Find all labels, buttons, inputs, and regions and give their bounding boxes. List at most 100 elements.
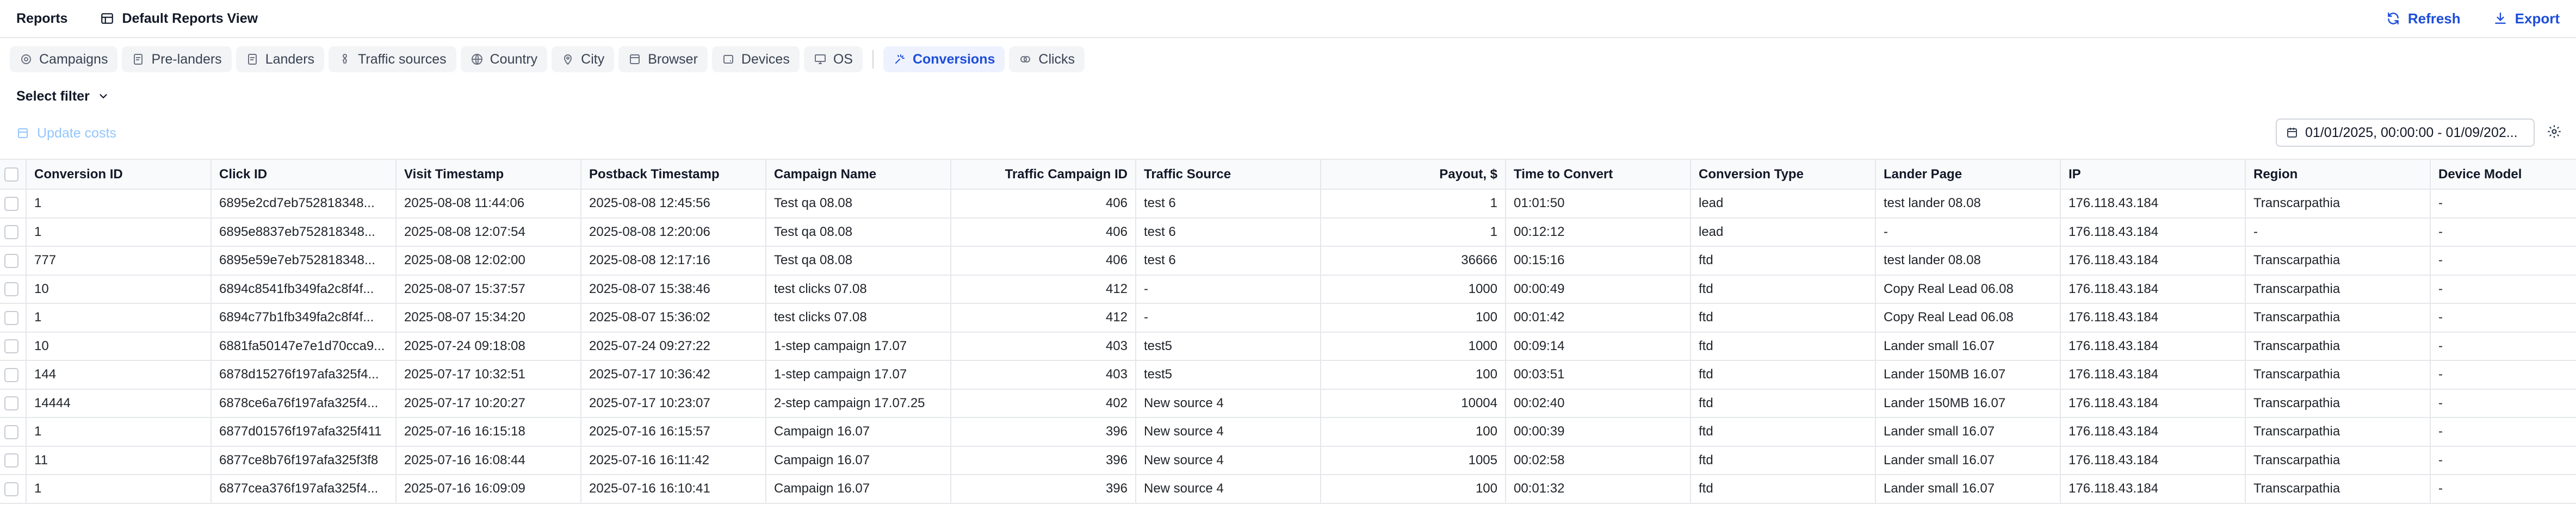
table-row[interactable]: 1 6895e2cd7eb752818348... 2025-08-08 11:44…	[0, 189, 2576, 219]
table-cell: 396	[951, 475, 1136, 504]
table-cell: 1	[26, 475, 212, 504]
tab-landers[interactable]: Landers	[236, 46, 325, 72]
table-cell: ftd	[1691, 332, 1876, 361]
row-checkbox[interactable]	[4, 225, 18, 240]
tab-pre-landers[interactable]: Pre-landers	[122, 46, 232, 72]
table-cell: 6895e2cd7eb752818348...	[211, 189, 397, 219]
tab-city[interactable]: City	[552, 46, 615, 72]
row-checkbox[interactable]	[4, 367, 18, 382]
table-cell: 2025-07-16 16:09:09	[396, 475, 581, 504]
table-cell: 406	[951, 246, 1136, 276]
tab-campaigns[interactable]: Campaigns	[10, 46, 118, 72]
table-cell: 00:01:32	[1506, 475, 1691, 504]
row-checkbox[interactable]	[4, 396, 18, 411]
table-cell: Copy Real Lead 06.08	[1875, 275, 2061, 304]
table-row[interactable]: 1 6877cea376f197afa325f4... 2025-07-16 16:…	[0, 475, 2576, 504]
table-cell: 6877cea376f197afa325f4...	[211, 475, 397, 504]
column-header[interactable]: Region	[2245, 160, 2431, 190]
row-checkbox[interactable]	[4, 339, 18, 354]
row-checkbox[interactable]	[4, 196, 18, 211]
row-checkbox[interactable]	[4, 310, 18, 325]
table-cell: 2025-08-08 12:20:06	[581, 217, 766, 247]
table-row[interactable]: 11 6877ce8b76f197afa325f3f8 2025-07-16 16:…	[0, 446, 2576, 475]
row-select-cell	[0, 189, 27, 219]
table-cell: 00:01:42	[1506, 303, 1691, 333]
table-cell: 176.118.43.184	[2060, 446, 2246, 475]
column-header[interactable]: Traffic Campaign ID	[951, 160, 1136, 190]
tab-clicks[interactable]: Clicks	[1009, 46, 1085, 72]
table-row[interactable]: 144 6878d15276f197afa325f4... 2025-07-17 1…	[0, 360, 2576, 390]
tab-traffic-sources[interactable]: Traffic sources	[329, 46, 456, 72]
table-cell: Lander small 16.07	[1875, 417, 2061, 447]
row-checkbox[interactable]	[4, 482, 18, 496]
tab-os[interactable]: OS	[803, 46, 863, 72]
table-cell: lead	[1691, 189, 1876, 219]
table-cell: test clicks 07.08	[766, 275, 951, 304]
column-header[interactable]: Click ID	[211, 160, 397, 190]
table-cell: 00:15:16	[1506, 246, 1691, 276]
row-checkbox[interactable]	[4, 453, 18, 468]
table-cell: 00:00:49	[1506, 275, 1691, 304]
column-header[interactable]: Campaign Name	[766, 160, 951, 190]
table-cell: 36666	[1321, 246, 1506, 276]
table-cell: 2025-07-16 16:15:18	[396, 417, 581, 447]
refresh-icon	[2386, 11, 2400, 26]
row-select-cell	[0, 389, 27, 418]
table-row[interactable]: 1 6894c77b1fb349fa2c8f4f... 2025-08-07 15:…	[0, 303, 2576, 333]
row-checkbox[interactable]	[4, 425, 18, 439]
table-cell: 10004	[1321, 389, 1506, 418]
column-header[interactable]: Payout, $	[1321, 160, 1506, 190]
date-range-picker[interactable]: 01/01/2025, 00:00:00 - 01/09/202...	[2276, 119, 2535, 147]
table-cell: 01:01:50	[1506, 189, 1691, 219]
tab-divider	[872, 50, 874, 68]
row-checkbox[interactable]	[4, 253, 18, 268]
date-range-value: 01/01/2025, 00:00:00 - 01/09/202...	[2305, 124, 2518, 140]
row-checkbox[interactable]	[4, 282, 18, 297]
table-cell: 777	[26, 246, 212, 276]
column-header[interactable]: Visit Timestamp	[396, 160, 581, 190]
refresh-button[interactable]: Refresh	[2386, 10, 2461, 27]
row-select-cell	[0, 446, 27, 475]
select-all-checkbox[interactable]	[4, 167, 18, 182]
column-header[interactable]: IP	[2060, 160, 2246, 190]
select-all-cell	[0, 160, 27, 190]
table-cell: 176.118.43.184	[2060, 246, 2246, 276]
column-header[interactable]: Device Model	[2430, 160, 2576, 190]
table-cell: -	[1136, 303, 1321, 333]
column-header[interactable]: Lander Page	[1875, 160, 2061, 190]
table-settings-button[interactable]	[2543, 121, 2565, 142]
column-header[interactable]: Time to Convert	[1506, 160, 1691, 190]
table-cell: 2025-07-24 09:27:22	[581, 332, 766, 361]
column-header[interactable]: Conversion Type	[1691, 160, 1876, 190]
table-cell: Transcarpathia	[2245, 417, 2431, 447]
update-costs-button[interactable]: Update costs	[16, 124, 116, 142]
export-button[interactable]: Export	[2493, 10, 2560, 27]
tab-browser[interactable]: Browser	[618, 46, 708, 72]
column-header[interactable]: Postback Timestamp	[581, 160, 766, 190]
column-header[interactable]: Conversion ID	[26, 160, 212, 190]
table-cell: 2025-07-17 10:32:51	[396, 360, 581, 390]
select-filter-label: Select filter	[16, 88, 90, 104]
table-cell: 1	[26, 217, 212, 247]
row-select-cell	[0, 303, 27, 333]
select-filter-dropdown[interactable]: Select filter	[16, 87, 109, 105]
table-cell: -	[2430, 417, 2576, 447]
table-row[interactable]: 1 6877d01576f197afa325f411 2025-07-16 16:1…	[0, 417, 2576, 447]
table-row[interactable]: 1 6895e8837eb752818348... 2025-08-08 12:07…	[0, 217, 2576, 247]
column-header[interactable]: Traffic Source	[1136, 160, 1321, 190]
tab-country[interactable]: Country	[460, 46, 548, 72]
table-row[interactable]: 10 6881fa50147e7e1d70cca9... 2025-07-24 09…	[0, 332, 2576, 361]
table-cell: 6894c8541fb349fa2c8f4f...	[211, 275, 397, 304]
table-cell: New source 4	[1136, 417, 1321, 447]
table-cell: 00:12:12	[1506, 217, 1691, 247]
tab-devices[interactable]: Devices	[711, 46, 800, 72]
tab-conversions[interactable]: Conversions	[883, 46, 1005, 72]
report-view-selector[interactable]: Default Reports View	[100, 11, 258, 27]
table-cell: -	[2430, 360, 2576, 390]
table-row[interactable]: 14444 6878ce6a76f197afa325f4... 2025-07-17…	[0, 389, 2576, 418]
table-cell: New source 4	[1136, 446, 1321, 475]
table-cell: 1000	[1321, 332, 1506, 361]
table-cell: 403	[951, 332, 1136, 361]
table-row[interactable]: 777 6895e59e7eb752818348... 2025-08-08 12:…	[0, 246, 2576, 276]
table-row[interactable]: 10 6894c8541fb349fa2c8f4f... 2025-08-07 15…	[0, 275, 2576, 304]
